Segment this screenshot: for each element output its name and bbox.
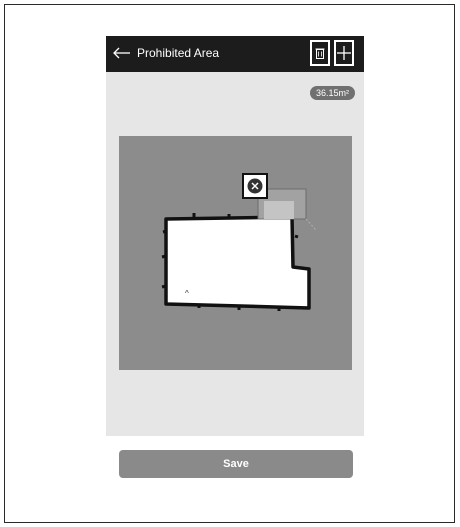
app-header: Prohibited Area	[106, 36, 364, 72]
area-badge: 36.15m²	[310, 86, 356, 100]
page-title: Prohibited Area	[137, 46, 220, 60]
room-marker: ^	[185, 289, 189, 298]
trash-icon	[315, 48, 325, 59]
phone-screen: Prohibited Area 36.15m² ^	[106, 36, 364, 436]
floor-map[interactable]: ^	[119, 136, 352, 370]
delete-zone-button[interactable]	[310, 40, 330, 66]
back-arrow-icon[interactable]	[112, 43, 132, 63]
plus-icon	[337, 46, 351, 60]
remove-zone-button[interactable]	[242, 173, 268, 199]
add-zone-button[interactable]	[334, 40, 354, 66]
save-button[interactable]: Save	[119, 450, 353, 478]
